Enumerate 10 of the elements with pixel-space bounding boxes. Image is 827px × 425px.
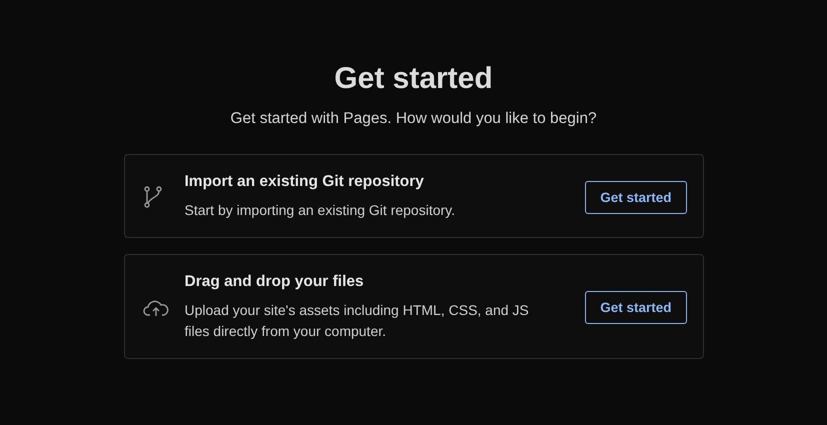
option-title: Drag and drop your files [184, 273, 365, 291]
get-started-button[interactable]: Get started [585, 180, 686, 214]
cloud-upload-icon [142, 298, 168, 316]
page-subtitle: Get started with Pages. How would you like to begin? [230, 110, 597, 128]
branch-icon [142, 185, 162, 209]
option-description: Upload your site's assets including HTML, CSS, and JS files directly from your computer. [184, 301, 530, 341]
option-description: Start by importing an existing Git repository. [184, 201, 456, 220]
get-started-button[interactable]: Get started [585, 291, 686, 324]
page-heading: Get started [334, 62, 493, 96]
option-title: Import an existing Git repository [184, 173, 425, 191]
